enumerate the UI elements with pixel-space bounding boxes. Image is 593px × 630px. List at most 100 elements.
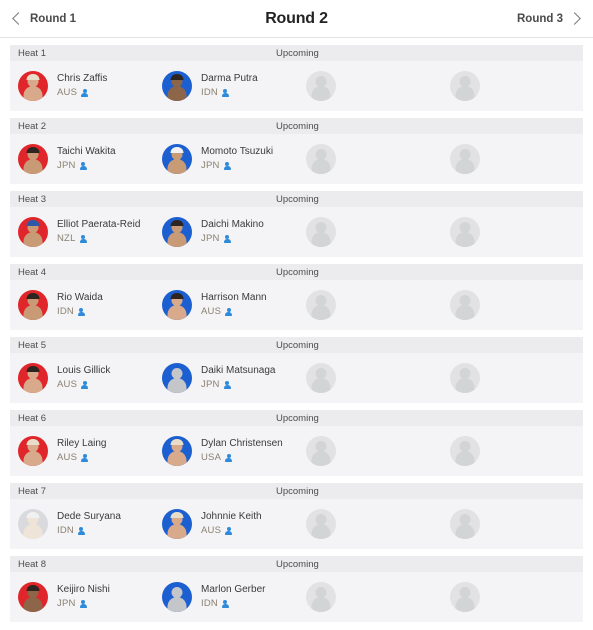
heat-status-label: Upcoming — [276, 485, 319, 497]
avatar-hair — [26, 293, 40, 299]
profile-link-icon[interactable] — [81, 380, 90, 390]
avatar-silhouette-head — [315, 368, 327, 379]
avatar-silhouette-body — [23, 597, 43, 612]
empty-athlete-slot — [450, 434, 480, 468]
avatar-silhouette-body — [23, 86, 43, 101]
athlete-slot[interactable]: Johnnie Keith AUS — [162, 507, 262, 541]
avatar-silhouette-body — [167, 159, 187, 174]
empty-athlete-slot — [450, 215, 480, 249]
avatar-hair — [170, 439, 184, 445]
athlete-name: Dylan Christensen — [201, 437, 283, 449]
empty-athlete-slot — [450, 142, 480, 176]
avatar-silhouette-body — [167, 305, 187, 320]
profile-link-icon[interactable] — [81, 88, 90, 98]
profile-link-icon[interactable] — [81, 453, 90, 463]
empty-slot-avatar — [306, 363, 336, 393]
profile-link-icon[interactable] — [221, 88, 231, 98]
athlete-slot[interactable]: Chris Zaffis AUS — [18, 69, 107, 103]
avatar-silhouette-body — [311, 86, 331, 101]
profile-link-icon[interactable] — [223, 380, 233, 390]
athlete-meta: Momoto Tsuzuki JPN — [201, 146, 273, 172]
athlete-subline: AUS — [57, 379, 110, 391]
heat-block: Heat 2 Upcoming Taichi Wakita JPN Momoto Tsu… — [10, 118, 583, 184]
empty-athlete-slot — [450, 361, 480, 395]
avatar-silhouette-body — [167, 524, 187, 539]
next-round-button[interactable]: Round 3 — [517, 12, 581, 25]
profile-link-icon[interactable] — [221, 599, 231, 609]
profile-link-icon[interactable] — [223, 161, 233, 171]
heat-block: Heat 3 Upcoming Elliot Paerata-Reid NZL Daic… — [10, 191, 583, 257]
avatar-silhouette-head — [315, 441, 327, 452]
avatar-silhouette-head — [315, 514, 327, 525]
athlete-slot[interactable]: Elliot Paerata-Reid NZL — [18, 215, 140, 249]
profile-link-icon[interactable] — [225, 307, 234, 317]
profile-link-icon[interactable] — [77, 526, 87, 536]
heat-block: Heat 4 Upcoming Rio Waida IDN Harrison Mann A… — [10, 264, 583, 330]
athlete-slot[interactable]: Momoto Tsuzuki JPN — [162, 142, 273, 176]
athlete-slot[interactable]: Dylan Christensen USA — [162, 434, 283, 468]
avatar-hair — [26, 74, 40, 80]
profile-link-icon[interactable] — [225, 526, 234, 536]
athlete-slot[interactable]: Daiki Matsunaga JPN — [162, 361, 275, 395]
athlete-meta: Darma Putra IDN — [201, 73, 258, 99]
empty-athlete-slot — [450, 580, 480, 614]
heat-label: Heat 7 — [18, 485, 46, 497]
athlete-slot[interactable]: Riley Laing AUS — [18, 434, 106, 468]
athlete-meta: Daiki Matsunaga JPN — [201, 365, 275, 391]
heat-status-label: Upcoming — [276, 193, 319, 205]
profile-link-icon[interactable] — [79, 234, 89, 244]
athlete-name: Chris Zaffis — [57, 72, 108, 84]
empty-slot-avatar — [450, 509, 480, 539]
athlete-slot[interactable]: Rio Waida IDN — [18, 288, 103, 322]
athlete-slot[interactable]: Taichi Wakita JPN — [18, 142, 116, 176]
avatar-hair — [170, 293, 184, 299]
athlete-name: Harrison Mann — [201, 291, 267, 303]
profile-link-icon[interactable] — [79, 599, 89, 609]
avatar-silhouette-head — [315, 587, 327, 598]
heat-block: Heat 5 Upcoming Louis Gillick AUS Daiki Mats… — [10, 337, 583, 403]
athlete-slot[interactable]: Keijiro Nishi JPN — [18, 580, 110, 614]
avatar-silhouette-body — [167, 451, 187, 466]
athlete-country-code: IDN — [201, 87, 218, 99]
avatar-hair — [26, 366, 40, 372]
avatar-silhouette-head — [459, 295, 471, 306]
round-navigation-header: Round 1 Round 2 Round 3 — [0, 0, 593, 38]
empty-slot-avatar — [450, 363, 480, 393]
avatar-silhouette-head — [459, 222, 471, 233]
heat-header-bar: Heat 3 Upcoming — [10, 191, 583, 207]
athlete-meta: Louis Gillick AUS — [57, 365, 110, 391]
athlete-avatar — [162, 217, 192, 247]
athlete-meta: Johnnie Keith AUS — [201, 511, 262, 537]
heat-header-bar: Heat 6 Upcoming — [10, 410, 583, 426]
empty-slot-avatar — [306, 582, 336, 612]
athlete-slot[interactable]: Daichi Makino JPN — [162, 215, 264, 249]
previous-round-button[interactable]: Round 1 — [12, 12, 76, 25]
athlete-avatar — [18, 582, 48, 612]
profile-link-icon[interactable] — [79, 161, 89, 171]
athlete-slot[interactable]: Dede Suryana IDN — [18, 507, 121, 541]
heat-list: Heat 1 Upcoming Chris Zaffis AUS Darma Putra… — [0, 45, 593, 622]
athlete-slot[interactable]: Marlon Gerber IDN — [162, 580, 265, 614]
avatar-silhouette-body — [311, 378, 331, 393]
heat-header-bar: Heat 4 Upcoming — [10, 264, 583, 280]
empty-athlete-slot — [306, 215, 336, 249]
avatar-silhouette-body — [23, 232, 43, 247]
profile-link-icon[interactable] — [225, 453, 234, 463]
avatar-silhouette-head — [171, 368, 183, 379]
empty-athlete-slot — [306, 580, 336, 614]
avatar-silhouette-body — [23, 378, 43, 393]
athlete-slot[interactable]: Harrison Mann AUS — [162, 288, 267, 322]
athlete-subline: NZL — [57, 233, 140, 245]
athlete-slot[interactable]: Louis Gillick AUS — [18, 361, 110, 395]
heat-block: Heat 8 Upcoming Keijiro Nishi JPN Marlon Ger… — [10, 556, 583, 622]
empty-athlete-slot — [306, 434, 336, 468]
athlete-avatar — [18, 144, 48, 174]
heat-block: Heat 1 Upcoming Chris Zaffis AUS Darma Putra… — [10, 45, 583, 111]
athlete-country-code: JPN — [57, 160, 76, 172]
avatar-silhouette-head — [315, 295, 327, 306]
profile-link-icon[interactable] — [223, 234, 233, 244]
profile-link-icon[interactable] — [77, 307, 87, 317]
athlete-subline: IDN — [201, 598, 265, 610]
athlete-slot[interactable]: Darma Putra IDN — [162, 69, 258, 103]
next-round-label: Round 3 — [517, 12, 563, 25]
